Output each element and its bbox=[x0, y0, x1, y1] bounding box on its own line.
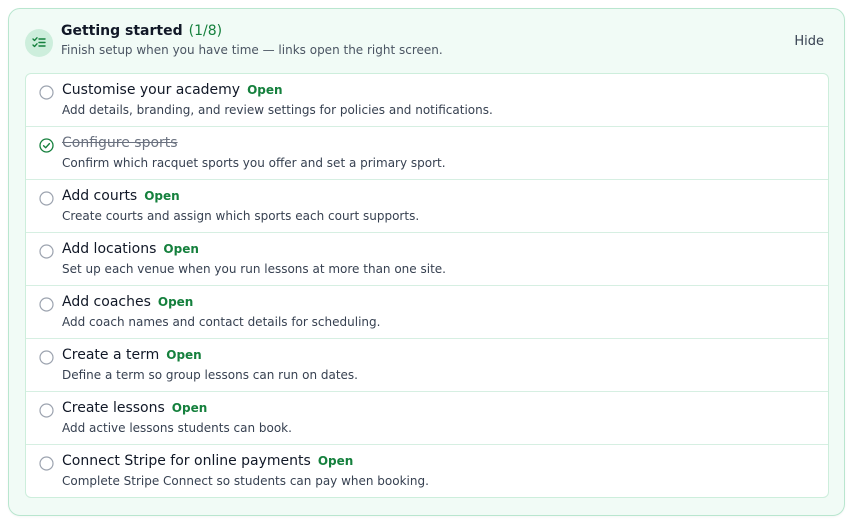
item-title-row: Create lessons Open bbox=[62, 400, 207, 416]
item-title: Customise your academy bbox=[62, 82, 241, 98]
open-link[interactable]: Open bbox=[163, 242, 198, 256]
open-link[interactable]: Open bbox=[247, 83, 282, 97]
open-link[interactable]: Open bbox=[144, 189, 179, 203]
item-description: Set up each venue when you run lessons a… bbox=[62, 262, 446, 276]
open-link[interactable]: Open bbox=[318, 454, 353, 468]
empty-circle-icon[interactable] bbox=[39, 456, 54, 471]
item-title-row: Configure sports bbox=[62, 135, 178, 151]
item-title: Create a term bbox=[62, 347, 160, 363]
empty-circle-icon[interactable] bbox=[39, 297, 54, 312]
checklist-item: Create lessons Open Add active lessons s… bbox=[26, 392, 828, 445]
item-description: Add active lessons students can book. bbox=[62, 421, 292, 435]
item-title-row: Add coaches Open bbox=[62, 294, 193, 310]
item-description: Add details, branding, and review settin… bbox=[62, 103, 493, 117]
item-description: Create courts and assign which sports ea… bbox=[62, 209, 420, 223]
item-title: Add coaches bbox=[62, 294, 151, 310]
item-description: Complete Stripe Connect so students can … bbox=[62, 474, 429, 488]
checklist-item: Create a term Open Define a term so grou… bbox=[26, 339, 828, 392]
item-description: Add coach names and contact details for … bbox=[62, 315, 381, 329]
item-title-row: Customise your academy Open bbox=[62, 82, 283, 98]
checklist-item: Connect Stripe for online payments Open … bbox=[26, 445, 828, 497]
open-link[interactable]: Open bbox=[166, 348, 201, 362]
checklist: Customise your academy Open Add details,… bbox=[25, 73, 829, 498]
hide-button[interactable]: Hide bbox=[794, 34, 824, 49]
item-title-row: Create a term Open bbox=[62, 347, 202, 363]
checklist-item: Add locations Open Set up each venue whe… bbox=[26, 233, 828, 286]
item-title: Add locations bbox=[62, 241, 157, 257]
item-title: Create lessons bbox=[62, 400, 165, 416]
checklist-item: Configure sports Confirm which racquet s… bbox=[26, 127, 828, 180]
card-subtitle: Finish setup when you have time — links … bbox=[61, 43, 443, 57]
item-title: Configure sports bbox=[62, 135, 178, 151]
empty-circle-icon[interactable] bbox=[39, 85, 54, 100]
empty-circle-icon[interactable] bbox=[39, 350, 54, 365]
checklist-item: Add coaches Open Add coach names and con… bbox=[26, 286, 828, 339]
item-title-row: Connect Stripe for online payments Open bbox=[62, 453, 353, 469]
card-title-row: Getting started (1/8) bbox=[61, 23, 222, 39]
item-description: Confirm which racquet sports you offer a… bbox=[62, 156, 446, 170]
item-title: Add courts bbox=[62, 188, 138, 204]
open-link[interactable]: Open bbox=[158, 295, 193, 309]
open-link[interactable]: Open bbox=[172, 401, 207, 415]
check-circle-icon[interactable] bbox=[39, 138, 54, 153]
item-description: Define a term so group lessons can run o… bbox=[62, 368, 358, 382]
empty-circle-icon[interactable] bbox=[39, 403, 54, 418]
getting-started-card: Getting started (1/8) Finish setup when … bbox=[8, 8, 845, 516]
item-title-row: Add courts Open bbox=[62, 188, 180, 204]
item-title: Connect Stripe for online payments bbox=[62, 453, 311, 469]
progress-count: (1/8) bbox=[188, 23, 223, 39]
item-title-row: Add locations Open bbox=[62, 241, 199, 257]
empty-circle-icon[interactable] bbox=[39, 191, 54, 206]
checklist-item: Add courts Open Create courts and assign… bbox=[26, 180, 828, 233]
card-title: Getting started bbox=[61, 23, 183, 39]
checklist-item: Customise your academy Open Add details,… bbox=[26, 74, 828, 127]
empty-circle-icon[interactable] bbox=[39, 244, 54, 259]
card-header: Getting started (1/8) Finish setup when … bbox=[9, 9, 844, 73]
checklist-icon bbox=[25, 29, 53, 57]
